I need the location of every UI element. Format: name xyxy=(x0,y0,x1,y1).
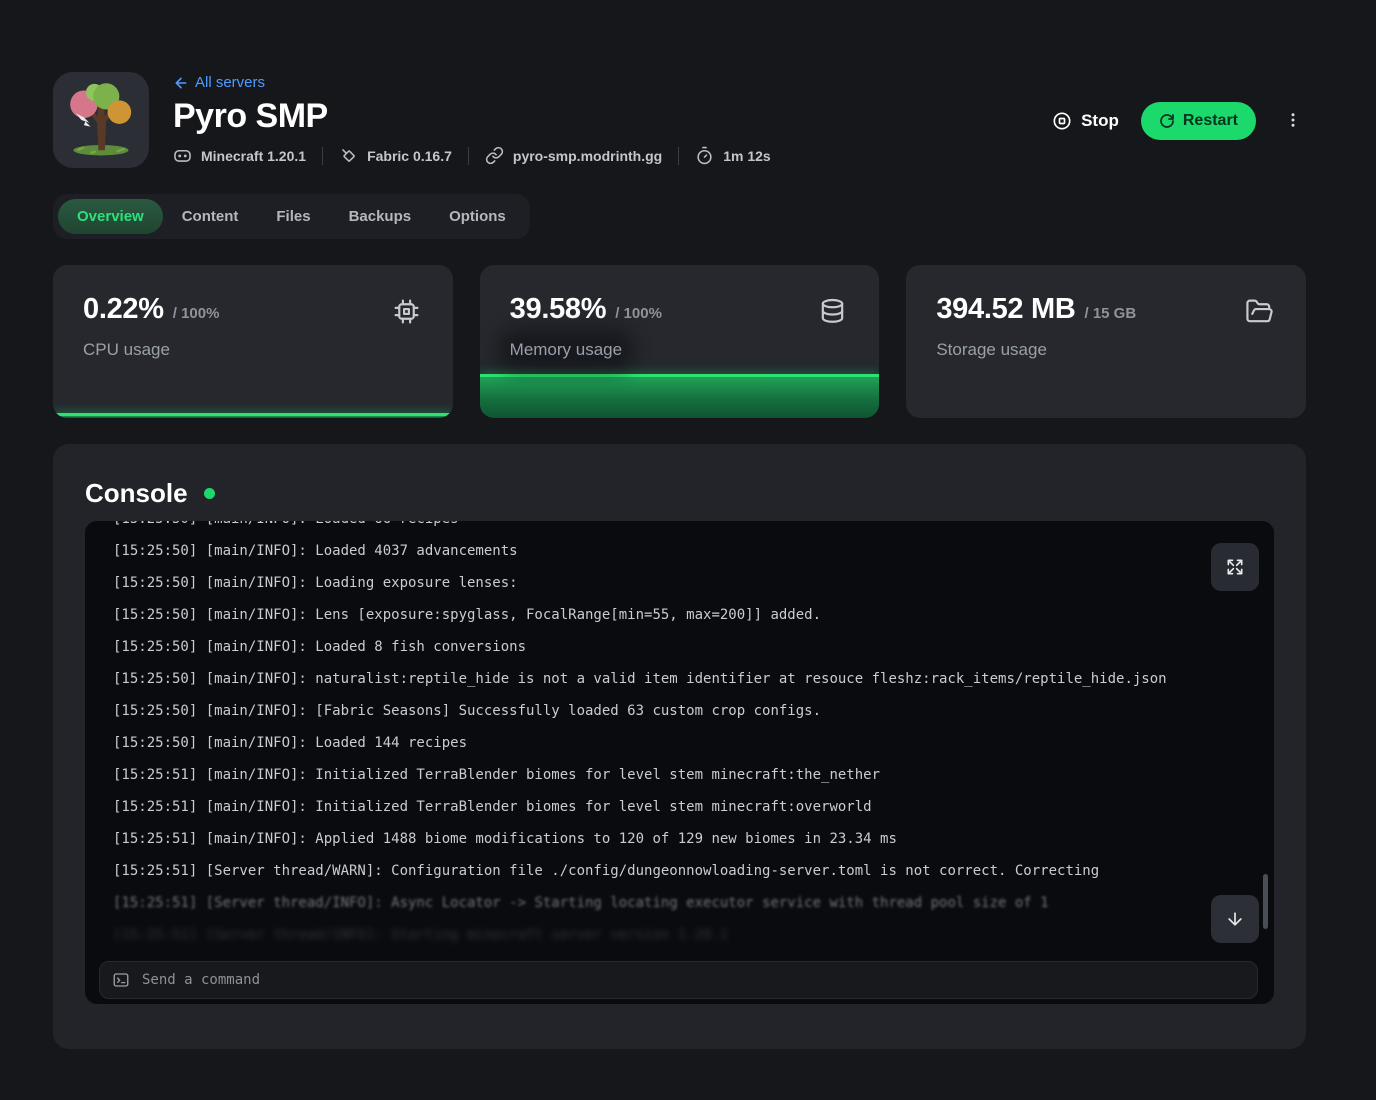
server-actions: Stop Restart xyxy=(1052,102,1306,140)
server-dashboard-page: All servers Pyro SMP Minecraft 1.20.1 xyxy=(0,0,1376,1100)
tab-options[interactable]: Options xyxy=(430,199,525,234)
fullscreen-console-button[interactable] xyxy=(1211,543,1259,591)
meta-loader-version: Fabric 0.16.7 xyxy=(339,146,452,165)
meta-uptime: 1m 12s xyxy=(695,146,770,165)
divider xyxy=(468,147,469,165)
log-line: [15:25:50] [main/INFO]: Loaded 8 fish co… xyxy=(113,631,1256,663)
stats-row: 0.22% / 100% CPU usage 39.58% / 100% xyxy=(53,265,1306,418)
terminal-icon xyxy=(112,971,130,989)
divider xyxy=(678,147,679,165)
more-options-button[interactable] xyxy=(1280,107,1306,136)
command-input[interactable] xyxy=(142,972,1245,988)
timer-icon xyxy=(695,146,714,165)
meta-label: pyro-smp.modrinth.gg xyxy=(513,148,662,164)
log-line: [15:25:50] [main/INFO]: Loaded 66 recipe… xyxy=(113,521,1256,535)
expand-icon xyxy=(1225,557,1245,577)
database-icon xyxy=(818,297,847,326)
cpu-usage-value: 0.22% xyxy=(83,293,164,326)
restart-button[interactable]: Restart xyxy=(1141,102,1256,140)
divider xyxy=(322,147,323,165)
tree-icon xyxy=(59,78,143,162)
tab-bar: Overview Content Files Backups Options xyxy=(53,194,530,239)
console-scrollbar-thumb[interactable] xyxy=(1263,874,1268,929)
log-line: [15:25:50] [main/INFO]: Lens [exposure:s… xyxy=(113,599,1256,631)
tab-content[interactable]: Content xyxy=(163,199,258,234)
link-icon xyxy=(485,146,504,165)
stop-button[interactable]: Stop xyxy=(1052,111,1119,131)
stop-button-label: Stop xyxy=(1081,111,1119,131)
cpu-usage-label: CPU usage xyxy=(83,340,170,360)
log-line-incoming: [15:25:51] [Server thread/INFO]: Async L… xyxy=(113,887,1256,919)
kebab-menu-icon xyxy=(1284,111,1302,129)
log-line: [15:25:51] [main/INFO]: Applied 1488 bio… xyxy=(113,823,1256,855)
console-output: [15:25:50] [main/INFO]: Loaded 66 recipe… xyxy=(85,521,1274,1004)
log-line: [15:25:51] [main/INFO]: Initialized Terr… xyxy=(113,759,1256,791)
memory-usage-max: / 100% xyxy=(615,305,662,322)
tab-backups[interactable]: Backups xyxy=(330,199,431,234)
arrow-left-icon xyxy=(173,75,189,91)
storage-usage-label: Storage usage xyxy=(936,340,1047,360)
meta-minecraft-version: Minecraft 1.20.1 xyxy=(173,146,306,165)
meta-label: 1m 12s xyxy=(723,148,770,164)
console-log-area: [15:25:50] [main/INFO]: Loaded 66 recipe… xyxy=(85,521,1256,954)
restart-button-label: Restart xyxy=(1183,112,1238,130)
storage-usage-max: / 15 GB xyxy=(1085,305,1137,322)
meta-label: Fabric 0.16.7 xyxy=(367,148,452,164)
back-to-all-servers-link[interactable]: All servers xyxy=(173,74,771,91)
memory-usage-fill xyxy=(480,374,880,418)
arrow-down-icon xyxy=(1225,909,1245,929)
meta-label: Minecraft 1.20.1 xyxy=(201,148,306,164)
log-line: [15:25:51] [Server thread/WARN]: Configu… xyxy=(113,855,1256,887)
tab-overview[interactable]: Overview xyxy=(58,199,163,234)
log-line: [15:25:50] [main/INFO]: Loaded 4037 adva… xyxy=(113,535,1256,567)
cpu-icon xyxy=(392,297,421,326)
log-line: [15:25:50] [main/INFO]: naturalist:repti… xyxy=(113,663,1256,695)
back-link-label: All servers xyxy=(195,74,265,91)
memory-usage-value: 39.58% xyxy=(510,293,607,326)
scroll-to-bottom-button[interactable] xyxy=(1211,895,1259,943)
online-status-dot xyxy=(204,488,215,499)
tab-files[interactable]: Files xyxy=(257,199,329,234)
command-bar xyxy=(99,961,1258,999)
server-avatar xyxy=(53,72,149,168)
log-line-incoming: [15:25:51] [Server thread/INFO]: Startin… xyxy=(113,919,1256,951)
meta-server-address: pyro-smp.modrinth.gg xyxy=(485,146,662,165)
cpu-usage-fill xyxy=(53,413,453,418)
console-panel: Console [15:25:50] [main/INFO]: Loaded 6… xyxy=(53,444,1306,1049)
console-title: Console xyxy=(85,478,188,509)
storage-usage-value: 394.52 MB xyxy=(936,293,1075,326)
stop-circle-icon xyxy=(1052,111,1072,131)
server-header: All servers Pyro SMP Minecraft 1.20.1 xyxy=(53,72,1306,168)
page-title: Pyro SMP xyxy=(173,97,771,136)
log-line: [15:25:50] [main/INFO]: [Fabric Seasons]… xyxy=(113,695,1256,727)
memory-usage-label: Memory usage xyxy=(510,340,622,360)
gamepad-icon xyxy=(173,146,192,165)
memory-usage-card: 39.58% / 100% Memory usage xyxy=(480,265,880,418)
cpu-usage-card: 0.22% / 100% CPU usage xyxy=(53,265,453,418)
loader-icon xyxy=(339,146,358,165)
log-line: [15:25:50] [main/INFO]: Loading exposure… xyxy=(113,567,1256,599)
cpu-usage-max: / 100% xyxy=(173,305,220,322)
folder-open-icon xyxy=(1245,297,1274,326)
server-meta-row: Minecraft 1.20.1 Fabric 0.16.7 xyxy=(173,146,771,165)
storage-usage-card: 394.52 MB / 15 GB Storage usage xyxy=(906,265,1306,418)
log-line: [15:25:50] [main/INFO]: Loaded 144 recip… xyxy=(113,727,1256,759)
restart-icon xyxy=(1159,113,1175,129)
log-line: [15:25:51] [main/INFO]: Initialized Terr… xyxy=(113,791,1256,823)
